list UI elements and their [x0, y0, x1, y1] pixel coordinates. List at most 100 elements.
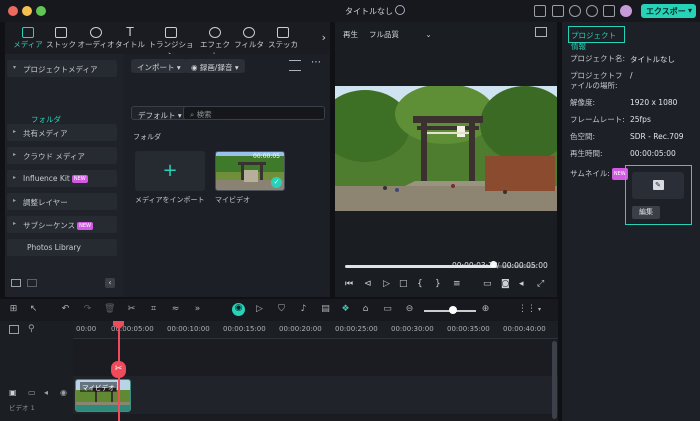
import-media-tile[interactable]: + — [135, 151, 205, 191]
grid-icon[interactable]: ⊞ — [8, 304, 19, 315]
chevron-down-icon: ▾ — [13, 64, 17, 71]
close-window-icon[interactable] — [8, 6, 18, 16]
chevron-right-icon[interactable]: › — [322, 31, 326, 44]
chevron-down-icon[interactable]: ▾ — [534, 304, 545, 315]
filter-sort-icon[interactable] — [289, 60, 301, 71]
microphone-icon[interactable]: ♪ — [298, 304, 309, 315]
gift-icon[interactable] — [603, 5, 615, 17]
thumbnail-edit-button[interactable]: 編集 — [632, 206, 660, 219]
tab-effect[interactable]: エフェクト — [197, 24, 233, 60]
shield-icon[interactable]: ⛉ — [276, 304, 287, 315]
tab-stock[interactable]: ストック — [45, 24, 77, 52]
media-content: インポート ▾ ◉ 録画/録音 ▾ ⋯ デフォルト ▾ ⌕ 検索 フォルダ + … — [123, 54, 330, 297]
clipboard-icon[interactable]: ▤ — [320, 304, 331, 315]
volume-icon[interactable]: ◂ — [519, 279, 524, 289]
timeline-ruler[interactable]: 00:00 00:00:05:00 00:00:10:00 00:00:15:0… — [73, 321, 558, 339]
zoom-in-icon[interactable]: ⊕ — [480, 304, 491, 315]
step-back-icon[interactable]: ⊲ — [364, 279, 372, 289]
folder-icon[interactable] — [27, 279, 37, 287]
thumbnail-box: ✎ 編集 — [625, 165, 692, 225]
thumbnail-preview[interactable]: ✎ — [632, 172, 684, 199]
snapshot-image-icon[interactable] — [535, 27, 547, 37]
sidebar-item-photos-library[interactable]: Photos Library — [7, 239, 117, 256]
crop-icon[interactable]: ⌗ — [148, 304, 159, 315]
delete-icon[interactable]: 🗑 — [104, 304, 115, 315]
sidebar-item-shared-media[interactable]: ▸ 共有メディア — [7, 124, 117, 141]
add-track-icon[interactable] — [9, 325, 19, 334]
video-thumbnail[interactable]: 00:00:05 ✓ — [215, 151, 285, 191]
tab-audio[interactable]: オーディオ — [77, 24, 115, 52]
select-tool-icon[interactable]: ↖ — [28, 304, 39, 315]
timeline-scrollbar[interactable] — [552, 341, 557, 419]
sort-dropdown[interactable]: デフォルト ▾ — [131, 106, 189, 120]
prev-frame-icon[interactable]: ⏮ — [345, 279, 353, 289]
import-button[interactable]: インポート ▾ — [131, 59, 187, 73]
music-note-icon — [90, 27, 102, 38]
info-label: 再生時間: — [570, 149, 603, 158]
volume-icon[interactable]: ◂ — [44, 388, 48, 397]
headset-icon[interactable] — [586, 5, 598, 17]
media-tab-bar: メディア ストック オーディオ Tタイトル トランジション エフェクト フィルタ… — [5, 22, 330, 60]
tab-sticker[interactable]: ステッカー — [265, 24, 301, 60]
tab-label: メディア — [13, 40, 43, 49]
sidebar-item-project-media[interactable]: ▾ プロジェクトメディア — [7, 60, 117, 77]
monitor-icon[interactable]: ▭ — [483, 279, 492, 289]
grid-layout-icon[interactable]: ⋮⋮ — [518, 304, 536, 315]
link-icon[interactable]: ⚲ — [28, 324, 35, 334]
preview-video[interactable] — [335, 86, 557, 211]
tab-media[interactable]: メディア — [11, 24, 45, 52]
sidebar-item-adjustment-layer[interactable]: ▸ 調整レイヤー — [7, 193, 117, 210]
sidebar-item-label: サブシーケンス — [23, 221, 76, 230]
mark-in-icon[interactable]: { — [417, 279, 423, 289]
record-button[interactable]: ◉ 録画/録音 ▾ — [185, 59, 245, 73]
folder-icon[interactable]: ▭ — [28, 388, 36, 397]
audio-wave-icon[interactable]: ≈ — [170, 304, 181, 315]
split-at-playhead-button[interactable]: ✂ — [111, 361, 126, 378]
sidebar-item-influence-kit[interactable]: ▸ Influence Kit NEW — [7, 170, 117, 187]
tab-label: ストック — [46, 40, 76, 49]
info-value: 00:00:05:00 — [630, 149, 676, 158]
minimize-window-icon[interactable] — [22, 6, 32, 16]
plus-icon: + — [162, 160, 178, 181]
monitor-icon[interactable]: ▭ — [382, 304, 393, 315]
redo-icon[interactable]: ↷ — [82, 304, 93, 315]
snap-icon[interactable]: ❖ — [340, 304, 351, 315]
zoom-out-icon[interactable]: ⊖ — [404, 304, 415, 315]
export-button[interactable]: エクスポート ▾ — [641, 4, 696, 27]
tab-filter[interactable]: フィルター — [233, 24, 265, 60]
new-folder-icon[interactable] — [11, 279, 21, 287]
camera-icon[interactable]: ◙ — [501, 279, 510, 289]
effect-icon — [209, 27, 221, 38]
tab-title[interactable]: T タイトル — [115, 24, 145, 52]
eye-icon[interactable]: ◉ — [60, 388, 67, 397]
search-input[interactable]: ⌕ 検索 — [183, 106, 325, 120]
maximize-window-icon[interactable] — [36, 6, 46, 16]
split-icon[interactable]: ✂ — [126, 304, 137, 315]
mark-out-icon[interactable]: } — [435, 279, 441, 289]
sidebar-item-cloud-media[interactable]: ▸ クラウド メディア — [7, 147, 117, 164]
play-icon[interactable]: ▷ — [383, 279, 390, 289]
sidebar-item-subsequence[interactable]: ▸ サブシーケンス NEW — [7, 216, 117, 233]
timeline-clip[interactable]: マイビデオ — [75, 379, 131, 412]
zoom-slider-knob[interactable] — [449, 306, 457, 314]
window-title: タイトルなし — [345, 7, 393, 16]
collapse-icon[interactable]: ‹ — [105, 278, 115, 288]
tab-transition[interactable]: トランジション — [145, 24, 197, 60]
quality-dropdown[interactable]: フル品質 ⌄ — [369, 29, 432, 40]
undo-icon[interactable]: ↶ — [60, 304, 71, 315]
export-dropdown-icon[interactable]: ▾ — [688, 6, 692, 15]
stock-icon — [55, 27, 67, 38]
avatar[interactable] — [620, 5, 632, 17]
screen-icon[interactable] — [552, 5, 564, 17]
more-options-icon[interactable]: ⋯ — [311, 57, 321, 68]
layout-icon[interactable] — [534, 5, 546, 17]
marker-icon[interactable]: ⌂ — [360, 304, 371, 315]
more-tools-icon[interactable]: » — [192, 304, 203, 315]
playback-range-icon[interactable]: ≡ — [453, 279, 461, 289]
tab-project-info[interactable]: プロジェクト情報 — [568, 26, 625, 51]
fullscreen-icon[interactable]: ⤢ — [537, 279, 544, 289]
ai-tool-icon[interactable]: ◉ — [232, 303, 245, 316]
play-circle-icon[interactable]: ▷ — [254, 304, 265, 315]
cloud-icon[interactable] — [569, 5, 581, 17]
stop-icon[interactable]: □ — [399, 279, 408, 289]
